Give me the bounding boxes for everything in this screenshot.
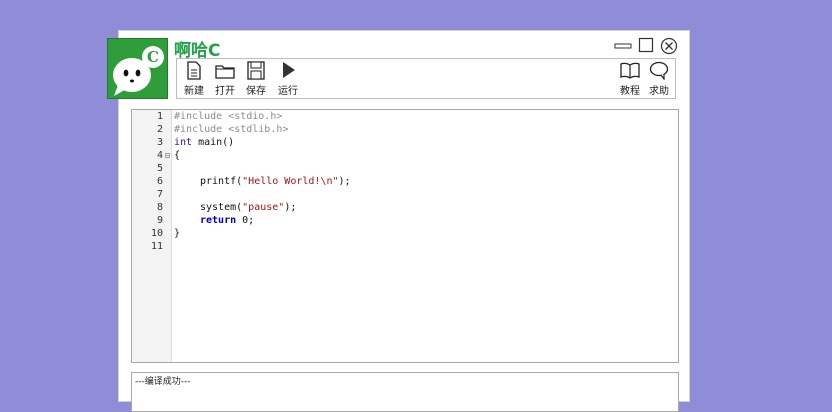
line-number: 7 <box>156 189 163 200</box>
status-message: ---编译成功--- <box>135 377 191 387</box>
line-number: 11 <box>150 241 163 252</box>
code-text: main() <box>192 137 235 148</box>
code-text: ); <box>284 202 297 213</box>
line-number-gutter: 1 2 3 4 ⊟ 5 6 7 8 9 10 11 <box>132 110 172 362</box>
minimize-icon <box>614 43 632 49</box>
code-line: { <box>174 150 181 161</box>
close-icon <box>660 37 678 55</box>
open-label: 打开 <box>215 86 235 97</box>
open-button[interactable]: 打开 <box>209 61 241 97</box>
code-text: system( <box>200 202 243 213</box>
code-line: #include <stdlib.h> <box>174 124 289 135</box>
help-button[interactable]: 求助 <box>643 61 675 97</box>
line-number: 6 <box>156 176 163 187</box>
code-line: #include <stdio.h> <box>174 111 283 122</box>
help-label: 求助 <box>649 86 669 97</box>
line-number: 8 <box>156 202 163 213</box>
code-string: "pause" <box>242 202 285 213</box>
app-logo: C <box>107 38 168 99</box>
run-label: 运行 <box>278 86 298 97</box>
line-number: 10 <box>150 228 163 239</box>
book-icon <box>614 61 646 81</box>
code-area[interactable]: #include <stdio.h> #include <stdlib.h> i… <box>174 110 678 362</box>
fold-marker-icon[interactable]: ⊟ <box>165 151 170 160</box>
save-button[interactable]: 保存 <box>240 61 272 97</box>
tutorial-label: 教程 <box>620 86 640 97</box>
logo-mascot-icon: C <box>113 46 164 96</box>
new-file-icon <box>178 61 210 81</box>
code-line: } <box>174 228 181 239</box>
svg-text:C: C <box>147 48 159 66</box>
code-string: "Hello World!\n" <box>242 176 339 187</box>
line-number: 5 <box>156 163 163 174</box>
code-line: int main() <box>174 137 234 148</box>
save-disk-icon <box>240 61 272 81</box>
save-label: 保存 <box>246 86 266 97</box>
line-number: 4 <box>156 150 163 161</box>
line-number: 2 <box>156 124 163 135</box>
minimize-button[interactable] <box>614 37 632 53</box>
line-number: 1 <box>156 111 163 122</box>
code-text: ); <box>338 176 351 187</box>
code-keyword: return <box>200 215 237 226</box>
code-editor[interactable]: 1 2 3 4 ⊟ 5 6 7 8 9 10 11 #include <stdi… <box>131 109 679 363</box>
line-number: 9 <box>156 215 163 226</box>
code-keyword: int <box>174 137 193 148</box>
maximize-button[interactable] <box>638 37 654 53</box>
code-text: 0; <box>236 215 255 226</box>
code-line: return 0; <box>200 215 254 226</box>
speech-bubble-icon <box>643 61 675 81</box>
play-icon <box>272 61 304 81</box>
line-number: 3 <box>156 137 163 148</box>
code-line: printf("Hello World!\n"); <box>200 176 351 187</box>
code-text: printf( <box>200 176 243 187</box>
code-line: system("pause"); <box>200 202 296 213</box>
output-panel: ---编译成功--- <box>131 372 679 412</box>
toolbar: 新建 打开 保存 运行 教程 求助 <box>176 58 676 99</box>
run-button[interactable]: 运行 <box>272 61 304 97</box>
maximize-icon <box>638 37 654 53</box>
folder-icon <box>209 61 241 81</box>
new-button[interactable]: 新建 <box>178 61 210 97</box>
new-label: 新建 <box>184 86 204 97</box>
close-button[interactable] <box>660 37 678 55</box>
tutorial-button[interactable]: 教程 <box>614 61 646 97</box>
